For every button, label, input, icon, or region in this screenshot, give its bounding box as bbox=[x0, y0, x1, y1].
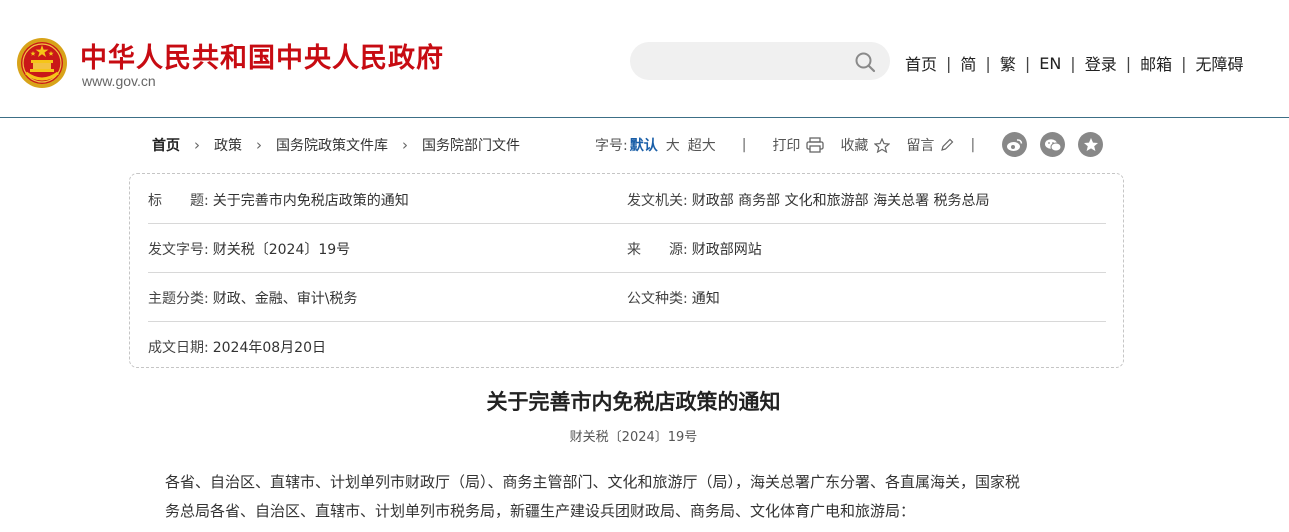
pencil-icon bbox=[941, 138, 954, 151]
topic-value: 财政、金融、审计\税务 bbox=[212, 291, 358, 307]
article-paragraph-line: 务总局各省、自治区、直辖市、计划单列市税务局，新疆生产建设兵团财政局、商务局、文… bbox=[165, 502, 916, 520]
font-size-xlarge[interactable]: 超大 bbox=[688, 135, 716, 155]
comment-label: 留言 bbox=[906, 138, 935, 154]
print-button[interactable]: 打印 bbox=[772, 135, 825, 155]
title-label: 标 题: bbox=[148, 193, 209, 209]
article-paragraph-line: 各省、自治区、直辖市、计划单列市财政厅（局）、商务主管部门、文化和旅游厅（局），… bbox=[165, 473, 1021, 491]
favorite-button[interactable]: 收藏 bbox=[840, 135, 891, 155]
topic-field: 主题分类: 财政、金融、审计\税务 bbox=[148, 288, 357, 308]
tools-divider: | bbox=[741, 137, 747, 153]
font-size-large[interactable]: 大 bbox=[666, 135, 680, 155]
nav-simplified[interactable]: 简 bbox=[951, 51, 985, 75]
nav-mail[interactable]: 邮箱 bbox=[1131, 51, 1181, 75]
source-field: 来 源: 财政部网站 bbox=[627, 239, 762, 259]
breadcrumb-policy-library[interactable]: 国务院政策文件库 bbox=[276, 135, 388, 155]
print-label: 打印 bbox=[772, 138, 801, 154]
title-value: 关于完善市内免税店政策的通知 bbox=[212, 193, 409, 209]
search-box bbox=[630, 42, 890, 82]
qzone-share-button[interactable] bbox=[1078, 132, 1103, 157]
issuer-value: 财政部 商务部 文化和旅游部 海关总署 税务总局 bbox=[691, 193, 990, 209]
site-title[interactable]: 中华人民共和国中央人民政府 bbox=[80, 36, 444, 75]
breadcrumb-policy[interactable]: 政策 bbox=[214, 135, 242, 155]
date-value: 2024年08月20日 bbox=[212, 340, 326, 356]
top-nav: 首页 | 简 | 繁 | EN | 登录 | 邮箱 | 无障碍 bbox=[896, 51, 1253, 75]
chevron-right-icon: › bbox=[256, 136, 262, 154]
source-label: 来 源: bbox=[627, 242, 688, 258]
font-size-label: 字号: bbox=[595, 138, 628, 154]
header-divider bbox=[0, 117, 1289, 118]
doctype-label: 公文种类: bbox=[627, 291, 688, 307]
chevron-right-icon: › bbox=[194, 136, 200, 154]
article-doc-number: 财关税〔2024〕19号 bbox=[569, 430, 698, 445]
info-row: 标 题: 关于完善市内免税店政策的通知 发文机关: 财政部 商务部 文化和旅游部 海… bbox=[148, 174, 1106, 224]
source-value: 财政部网站 bbox=[691, 242, 762, 258]
topic-label: 主题分类: bbox=[148, 291, 209, 307]
breadcrumb-department-docs[interactable]: 国务院部门文件 bbox=[422, 135, 520, 155]
weibo-share-button[interactable] bbox=[1002, 132, 1027, 157]
site-header: 中华人民共和国中央人民政府 www.gov.cn 首页 | 简 | 繁 | EN | 登… bbox=[0, 0, 1289, 117]
nav-accessibility[interactable]: 无障碍 bbox=[1187, 51, 1253, 75]
chevron-right-icon: › bbox=[402, 136, 408, 154]
star-outline-icon bbox=[874, 137, 891, 153]
docno-label: 发文字号: bbox=[148, 242, 209, 258]
search-icon[interactable] bbox=[854, 51, 876, 73]
wechat-share-button[interactable] bbox=[1040, 132, 1065, 157]
date-label: 成文日期: bbox=[148, 340, 209, 356]
breadcrumb-home[interactable]: 首页 bbox=[152, 135, 180, 155]
article-tools: 字号: 默认 大 超大 | 打印 收藏 留言 | bbox=[595, 133, 975, 157]
search-input[interactable] bbox=[648, 42, 852, 82]
document-info-table: 标 题: 关于完善市内免税店政策的通知 发文机关: 财政部 商务部 文化和旅游部 海… bbox=[129, 173, 1124, 368]
breadcrumb: 首页 › 政策 › 国务院政策文件库 › 国务院部门文件 bbox=[152, 135, 520, 155]
wechat-icon bbox=[1044, 138, 1061, 151]
info-row: 成文日期: 2024年08月20日 bbox=[148, 321, 1106, 370]
date-field: 成文日期: 2024年08月20日 bbox=[148, 337, 326, 357]
title-field: 标 题: 关于完善市内免税店政策的通知 bbox=[148, 190, 409, 210]
font-size-default[interactable]: 默认 bbox=[630, 135, 658, 155]
weibo-icon bbox=[1007, 138, 1023, 151]
docno-value: 财关税〔2024〕19号 bbox=[212, 242, 351, 258]
nav-login[interactable]: 登录 bbox=[1076, 51, 1126, 75]
comment-button[interactable]: 留言 bbox=[906, 135, 954, 155]
site-domain: www.gov.cn bbox=[82, 73, 156, 89]
doctype-field: 公文种类: 通知 bbox=[627, 288, 720, 308]
info-row: 发文字号: 财关税〔2024〕19号 来 源: 财政部网站 bbox=[148, 223, 1106, 273]
issuer-field: 发文机关: 财政部 商务部 文化和旅游部 海关总署 税务总局 bbox=[627, 190, 990, 210]
info-row: 主题分类: 财政、金融、审计\税务 公文种类: 通知 bbox=[148, 272, 1106, 322]
docno-field: 发文字号: 财关税〔2024〕19号 bbox=[148, 239, 350, 259]
article-title: 关于完善市内免税店政策的通知 bbox=[486, 389, 781, 414]
tools-divider: | bbox=[970, 137, 976, 153]
printer-icon bbox=[806, 137, 825, 153]
issuer-label: 发文机关: bbox=[627, 193, 688, 209]
favorite-label: 收藏 bbox=[840, 138, 869, 154]
nav-home[interactable]: 首页 bbox=[896, 51, 946, 75]
national-emblem-icon[interactable] bbox=[16, 37, 68, 89]
qzone-icon bbox=[1083, 138, 1098, 151]
nav-traditional[interactable]: 繁 bbox=[991, 51, 1025, 75]
article-body: 各省、自治区、直辖市、计划单列市财政厅（局）、商务主管部门、文化和旅游厅（局），… bbox=[165, 468, 1105, 526]
doctype-value: 通知 bbox=[691, 291, 720, 307]
nav-english[interactable]: EN bbox=[1030, 54, 1070, 73]
